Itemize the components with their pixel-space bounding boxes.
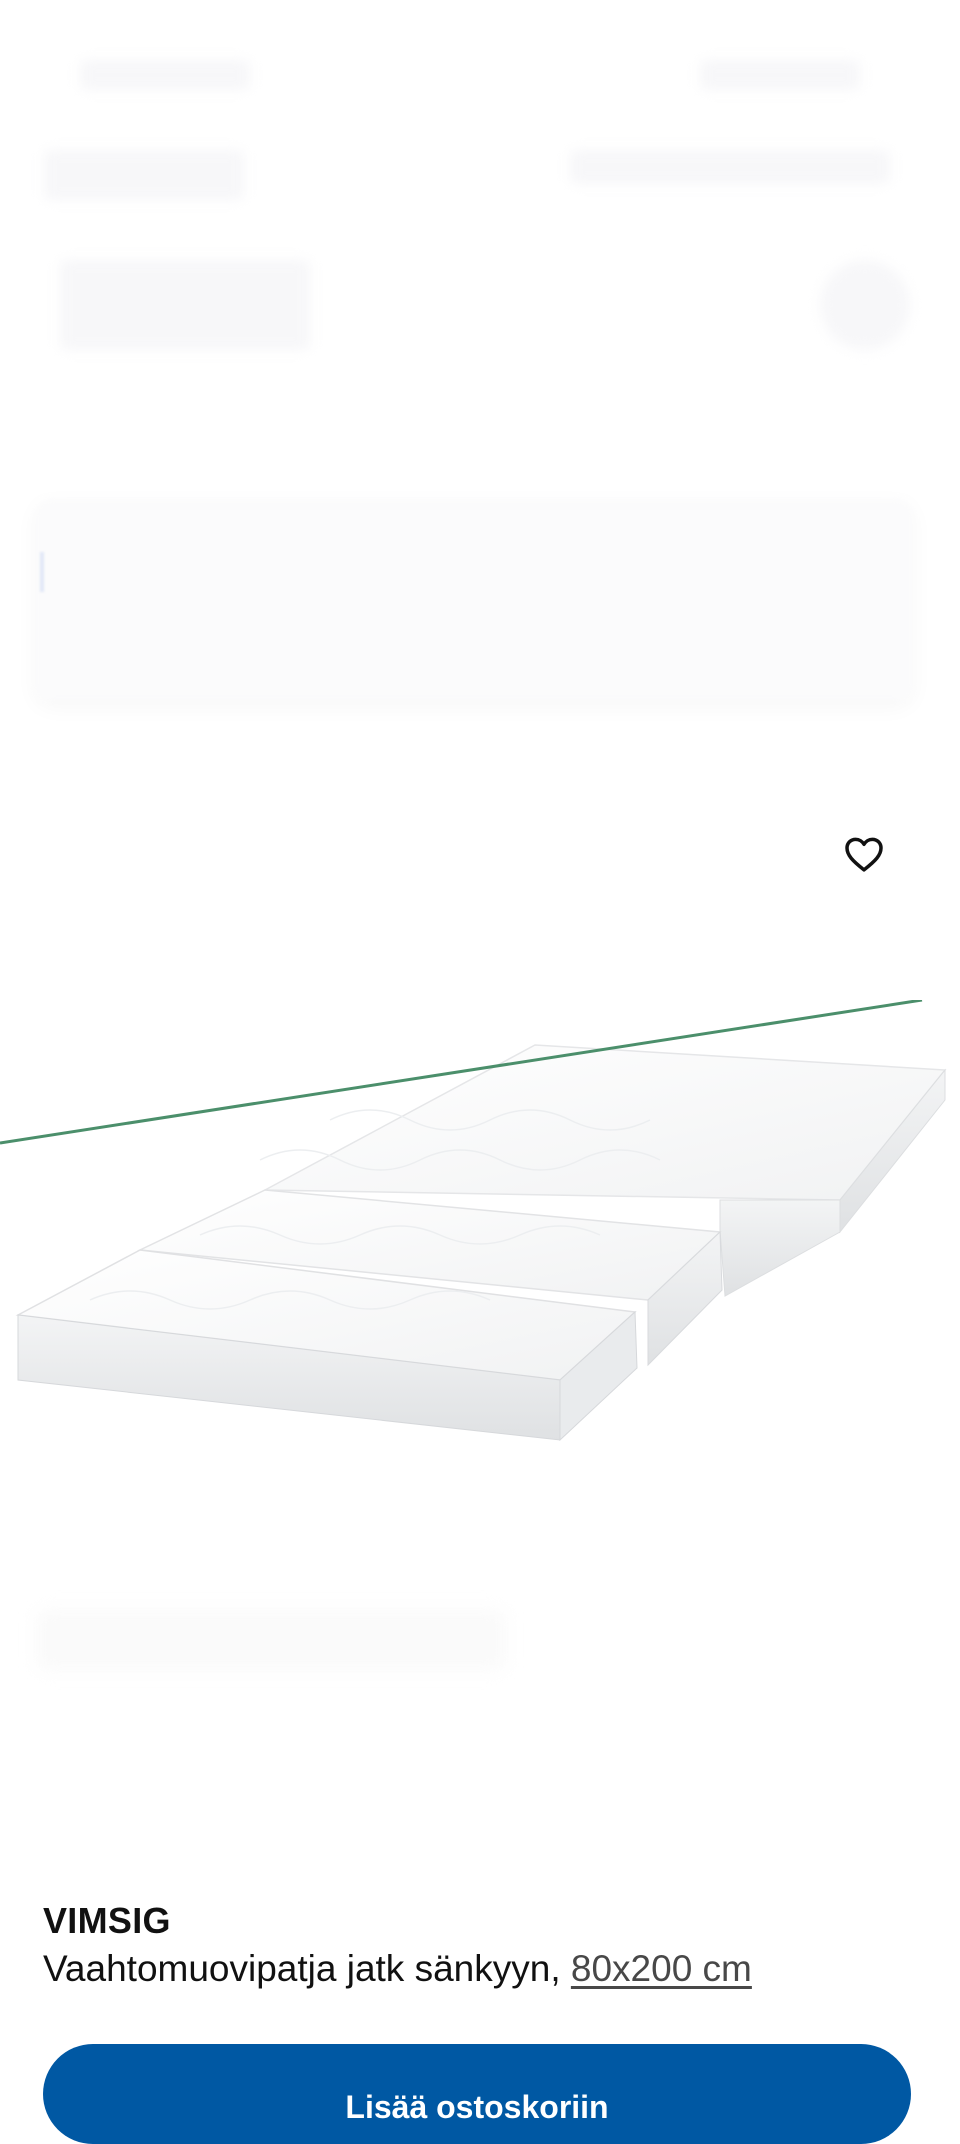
faded-placeholder: [80, 60, 250, 90]
product-size-link[interactable]: 80x200 cm: [571, 1948, 752, 1989]
faded-placeholder: [570, 150, 890, 184]
heart-outline-icon: [845, 837, 883, 872]
product-name: VIMSIG: [43, 1900, 171, 1941]
faded-card: [36, 500, 912, 700]
faded-placeholder: [700, 60, 860, 90]
mattress-back-top: [262, 1044, 947, 1201]
mattress-back-front: [719, 1199, 841, 1297]
add-to-cart-button[interactable]: Lisää ostoskoriin: [43, 2044, 911, 2144]
product-description: Vaahtomuovipatja jatk sänkyyn, 80x200 cm: [43, 1948, 752, 1990]
faded-placeholder: [60, 260, 310, 350]
faded-placeholder: [44, 150, 244, 200]
product-description-text: Vaahtomuovipatja jatk sänkyyn,: [43, 1948, 561, 1989]
faded-placeholder: [820, 260, 910, 350]
mattress-illustration: [0, 998, 947, 1442]
faded-overlay-region: [0, 0, 960, 760]
faded-accent: [40, 552, 44, 592]
product-image[interactable]: [0, 998, 960, 1480]
faded-placeholder: [36, 1610, 506, 1670]
wishlist-button[interactable]: [838, 828, 890, 880]
